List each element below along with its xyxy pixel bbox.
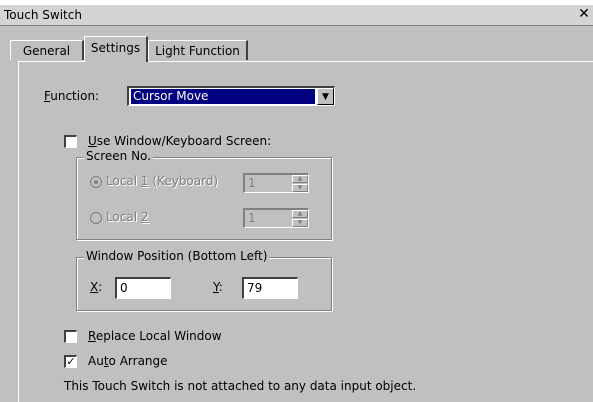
y-label: Y: [213, 280, 223, 294]
local-1-label: Local 1 (Keyboard) [106, 174, 219, 188]
status-text: This Touch Switch is not attached to any… [64, 379, 417, 393]
local-2-spinner[interactable]: 1 ▲ ▼ [243, 208, 309, 228]
function-label: Function: [44, 89, 100, 103]
touch-switch-dialog: Touch Switch ✕ General Settings Light Fu… [0, 5, 593, 402]
window-position-title: Window Position (Bottom Left) [84, 249, 270, 263]
window-title: Touch Switch [4, 8, 82, 22]
spin-down-icon[interactable]: ▼ [292, 219, 308, 227]
radio-selected-dot [94, 180, 98, 184]
function-dropdown[interactable]: Cursor Move ▼ [127, 86, 335, 106]
tab-general[interactable]: General [10, 40, 84, 60]
spinner-buttons: ▲ ▼ [292, 210, 308, 227]
tab-settings[interactable]: Settings [84, 36, 148, 62]
function-selected-value: Cursor Move [131, 89, 315, 104]
local-2-label: Local 2 [106, 210, 149, 224]
local-1-spinner[interactable]: 1 ▲ ▼ [243, 173, 309, 193]
tab-light-function[interactable]: Light Function [148, 40, 248, 60]
y-position-input[interactable]: 79 [242, 277, 298, 299]
replace-local-window-checkbox[interactable] [64, 330, 77, 343]
spin-up-icon[interactable]: ▲ [292, 210, 308, 218]
close-icon[interactable]: ✕ [577, 7, 591, 21]
radio-local-1[interactable] [90, 176, 102, 188]
replace-local-window-label: Replace Local Window [88, 329, 222, 343]
chevron-down-icon[interactable]: ▼ [317, 88, 334, 105]
use-window-label: Use Window/Keyboard Screen: [88, 134, 272, 148]
auto-arrange-checkbox[interactable]: ✓ [64, 355, 77, 368]
screen-no-title: Screen No. [84, 149, 153, 163]
use-window-checkbox[interactable] [64, 135, 77, 148]
local-2-value: 1 [248, 211, 256, 225]
x-label: X: [90, 280, 103, 294]
spinner-buttons: ▲ ▼ [292, 175, 308, 192]
auto-arrange-label: Auto Arrange [88, 354, 168, 368]
title-bar: Touch Switch ✕ [0, 5, 593, 26]
x-position-input[interactable]: 0 [115, 277, 171, 299]
spin-up-icon[interactable]: ▲ [292, 175, 308, 183]
radio-local-2[interactable] [90, 212, 102, 224]
local-1-value: 1 [248, 176, 256, 190]
spin-down-icon[interactable]: ▼ [292, 184, 308, 192]
